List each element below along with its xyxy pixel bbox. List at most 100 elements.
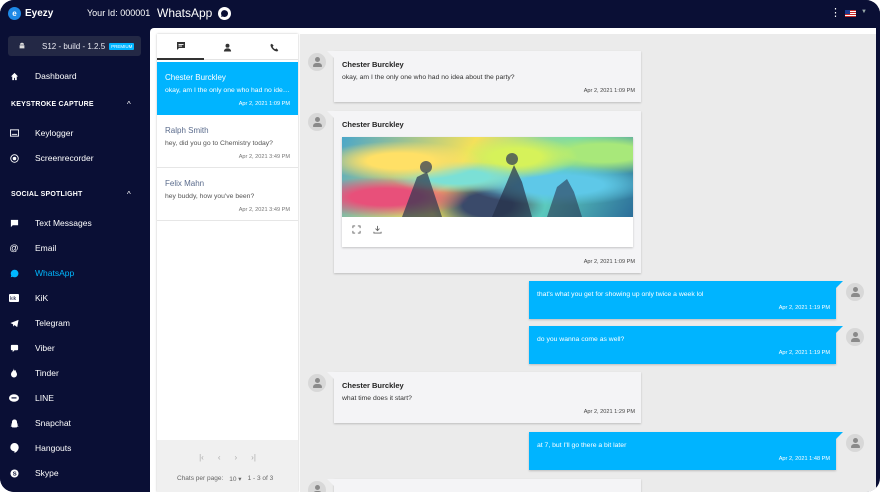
fullscreen-icon[interactable] [352, 225, 361, 236]
chat-preview: hey, did you go to Chemistry today? [165, 140, 273, 147]
page-range: 1 - 3 of 3 [247, 475, 274, 482]
sidebar-item-label: Hangouts [35, 443, 72, 453]
sidebar-item-viber[interactable]: Viber [0, 338, 150, 358]
sidebar-item-screenrecorder[interactable]: Screenrecorder [0, 148, 150, 168]
sidebar-item-dashboard[interactable]: Dashboard [0, 66, 150, 86]
sidebar-item-text-messages[interactable]: Text Messages [0, 213, 150, 233]
per-page-select[interactable]: 10 ▾ [229, 475, 241, 483]
user-id: Your Id: 000001 [87, 8, 151, 18]
last-page-button[interactable]: ›| [251, 453, 256, 462]
message-outgoing: at 7, but I'll go there a bit later Apr … [529, 432, 843, 470]
message-time: Apr 2, 2021 1:09 PM [583, 259, 635, 265]
photo-image[interactable] [342, 137, 633, 217]
message-incoming: Chester Burckley what time does it start… [327, 372, 641, 423]
chevron-down-icon[interactable]: ▼ [861, 9, 867, 15]
skype-icon: S [9, 468, 19, 478]
top-bar: e Eyezy Your Id: 000001 WhatsApp ⋮ ▼ [0, 0, 880, 28]
message-sender: Chester Burckley [342, 120, 404, 129]
prev-page-button[interactable]: ‹ [218, 453, 221, 462]
section-social-spotlight: SOCIAL SPOTLIGHT [11, 191, 83, 198]
first-page-button[interactable]: |‹ [199, 453, 204, 462]
line-icon [9, 393, 19, 403]
image-tools [352, 225, 382, 236]
tab-calls[interactable] [251, 34, 298, 60]
at-icon: @ [9, 243, 19, 253]
sidebar-item-telegram[interactable]: Telegram [0, 313, 150, 333]
chat-preview: hey buddy, how you've been? [165, 193, 255, 200]
sidebar-item-tinder[interactable]: Tinder [0, 363, 150, 383]
sidebar-item-label: LINE [35, 393, 54, 403]
message-outgoing: do you wanna come as well? Apr 2, 2021 1… [529, 326, 843, 364]
message-text: do you wanna come as well? [537, 336, 625, 343]
phone-icon [270, 43, 279, 52]
more-vert-icon[interactable]: ⋮ [830, 8, 841, 19]
sidebar-item-label: Dashboard [35, 71, 77, 81]
message-time: Apr 2, 2021 1:48 PM [778, 456, 830, 462]
sidebar-item-label: Viber [35, 343, 55, 353]
chat-time: Apr 2, 2021 3:49 PM [238, 207, 290, 213]
message-time: Apr 2, 2021 1:19 PM [778, 305, 830, 311]
message-incoming [327, 479, 641, 492]
message-incoming: Chester Burckley Apr 2, 2021 1:09 PM [327, 111, 641, 273]
sidebar-item-email[interactable]: @ Email [0, 238, 150, 258]
chat-time: Apr 2, 2021 3:49 PM [238, 154, 290, 160]
tab-messages[interactable] [157, 34, 204, 60]
chat-name: Felix Mahn [165, 179, 205, 188]
sidebar-item-label: Telegram [35, 318, 70, 328]
viber-icon [9, 343, 19, 353]
sidebar-item-label: Tinder [35, 368, 59, 378]
device-selector[interactable]: S12 - build - 1.2.5 PREMIUM [8, 36, 141, 56]
message-time: Apr 2, 2021 1:19 PM [778, 350, 830, 356]
sidebar-item-hangouts[interactable]: Hangouts [0, 438, 150, 458]
keyboard-icon [9, 128, 19, 138]
android-icon [18, 42, 26, 50]
chat-list-item[interactable]: Chester Burckley okay, am I the only one… [157, 62, 298, 115]
kik-icon: kik [9, 293, 19, 303]
app-frame: e Eyezy Your Id: 000001 WhatsApp ⋮ ▼ S12… [0, 0, 880, 492]
sidebar-item-keylogger[interactable]: Keylogger [0, 123, 150, 143]
svg-text:kik: kik [10, 296, 17, 302]
tinder-icon [9, 368, 19, 378]
avatar-icon [308, 113, 326, 131]
sidebar-item-whatsapp[interactable]: WhatsApp [0, 263, 150, 283]
svg-text:S: S [12, 471, 16, 477]
sidebar-item-label: WhatsApp [35, 268, 75, 278]
chat-time: Apr 2, 2021 1:09 PM [238, 101, 290, 107]
message-sender: Chester Burckley [342, 60, 404, 69]
sidebar-item-line[interactable]: LINE [0, 388, 150, 408]
sidebar-item-kik[interactable]: kik KiK [0, 288, 150, 308]
avatar-icon [308, 481, 326, 492]
hangouts-icon [9, 443, 19, 453]
whatsapp-icon [218, 6, 232, 20]
sidebar-item-snapchat[interactable]: Snapchat [0, 413, 150, 433]
message-outgoing: that's what you get for showing up only … [529, 281, 843, 319]
telegram-icon [9, 318, 19, 328]
chevron-up-icon[interactable]: ^ [127, 190, 131, 199]
chat-list-item[interactable]: Ralph Smith hey, did you go to Chemistry… [157, 115, 298, 168]
logo[interactable]: e Eyezy [8, 7, 53, 20]
chat-name: Chester Burckley [165, 73, 226, 82]
tab-contacts[interactable] [204, 34, 251, 60]
chevron-up-icon[interactable]: ^ [127, 100, 131, 109]
avatar-icon [308, 53, 326, 71]
home-icon [9, 71, 19, 81]
per-page-label: Chats per page: [177, 475, 224, 482]
next-page-button[interactable]: › [235, 453, 238, 462]
message-sender: Chester Burckley [342, 381, 404, 390]
sidebar-item-label: Text Messages [35, 218, 92, 228]
message-text: okay, am I the only one who had no idea … [342, 74, 515, 81]
avatar-icon [846, 328, 864, 346]
chat-list-item[interactable]: Felix Mahn hey buddy, how you've been? A… [157, 168, 298, 221]
avatar-icon [308, 374, 326, 392]
snapchat-icon [9, 418, 19, 428]
chat-tabs [157, 34, 298, 60]
image-attachment[interactable] [342, 137, 633, 247]
download-icon[interactable] [373, 225, 382, 236]
us-flag-icon[interactable] [845, 10, 856, 17]
message-text: at 7, but I'll go there a bit later [537, 442, 627, 449]
message-icon [176, 42, 185, 50]
sidebar-item-skype[interactable]: S Skype [0, 463, 150, 483]
sidebar-item-label: Keylogger [35, 128, 74, 138]
message-text: what time does it start? [342, 395, 412, 402]
message-incoming: Chester Burckley okay, am I the only one… [327, 51, 641, 102]
